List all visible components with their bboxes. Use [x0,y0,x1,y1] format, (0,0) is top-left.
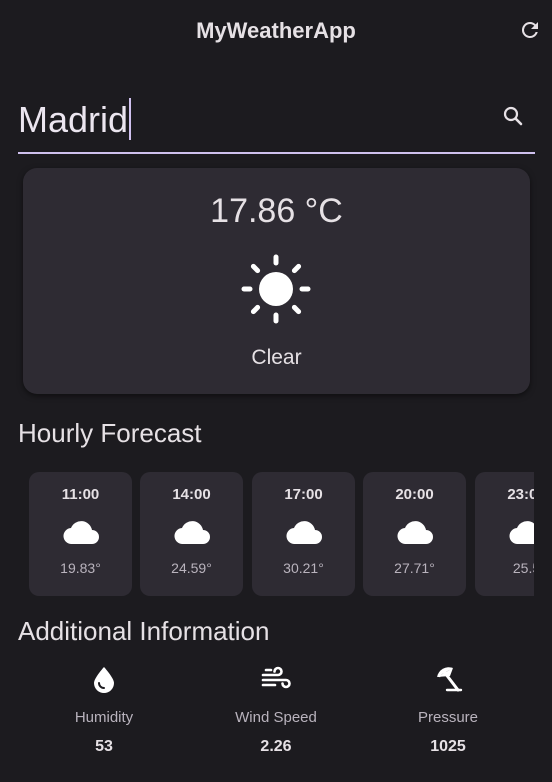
current-temperature: 17.86 °C [210,192,343,230]
city-search-field[interactable]: Madrid [18,88,535,154]
hourly-card[interactable]: 20:00 27.71° [363,472,466,596]
hourly-forecast-list[interactable]: 11:00 19.83° 14:00 24.59° 17:00 30.21° 2… [18,470,534,598]
wind-icon [261,666,291,689]
cloud-icon [286,521,322,545]
hourly-card[interactable]: 17:00 30.21° [252,472,355,596]
hourly-time: 20:00 [395,486,434,503]
hourly-time: 14:00 [172,486,211,503]
hourly-time: 17:00 [284,486,323,503]
hourly-temperature: 19.83° [60,560,101,576]
search-input-text: Madrid [18,99,129,140]
weather-app: MyWeatherApp Madrid 17.86 °C Clear Hourl… [0,0,552,782]
cloud-icon [397,521,433,545]
hourly-card[interactable]: 11:00 19.83° [29,472,132,596]
hourly-temperature: 30.21° [283,560,324,576]
cloud-icon [509,521,534,545]
info-value: 1025 [430,738,466,755]
additional-info-title: Additional Information [18,616,270,646]
wind-speed-info: Wind Speed 2.26 [191,664,361,764]
hourly-temperature: 27.71° [394,560,435,576]
info-label: Pressure [417,709,479,726]
app-title: MyWeatherApp [196,18,356,43]
info-label: Wind Speed [235,709,317,726]
current-condition: Clear [251,346,302,369]
beach-umbrella-icon [437,667,463,692]
current-weather-card: 17.86 °C Clear [23,168,530,394]
hourly-forecast-title: Hourly Forecast [18,418,202,448]
sun-icon [241,254,311,324]
humidity-info: Humidity 53 [19,664,189,764]
hourly-temperature: 25.5 [512,560,534,576]
info-value: 2.26 [260,738,292,755]
hourly-time: 23:00 [507,486,534,503]
search-icon [503,106,523,126]
cloud-icon [174,521,210,545]
text-caret [129,98,132,141]
hourly-temperature: 24.59° [171,560,212,576]
water-drop-icon [94,667,114,693]
info-value: 53 [95,738,113,755]
hourly-card[interactable]: 14:00 24.59° [140,472,243,596]
search-input[interactable]: Madrid [18,98,132,143]
refresh-icon [521,21,538,38]
hourly-time: 11:00 [61,486,100,503]
cloud-icon [63,521,99,545]
hourly-card[interactable]: 23:00 25.5 [475,472,534,596]
app-bar: MyWeatherApp [0,0,552,64]
pressure-info: Pressure 1025 [363,664,533,764]
search-button[interactable] [501,104,525,128]
refresh-button[interactable] [518,18,542,42]
info-label: Humidity [74,709,134,726]
